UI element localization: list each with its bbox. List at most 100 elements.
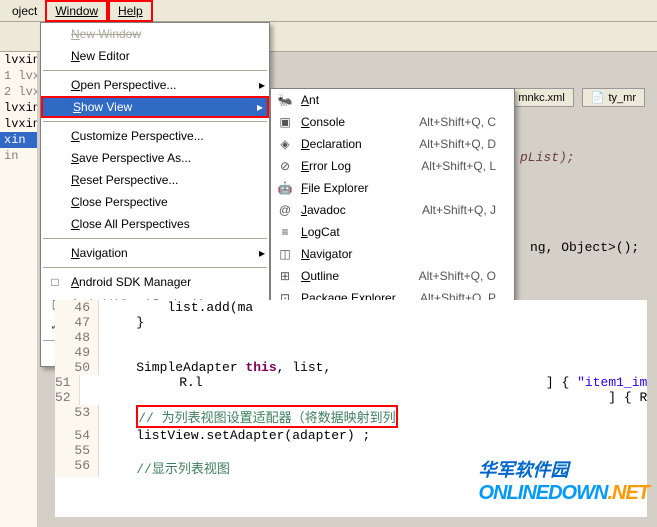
code-text: //显示列表视图 bbox=[99, 458, 230, 477]
code-text bbox=[99, 345, 105, 360]
menu-icon: ◈ bbox=[275, 137, 295, 151]
left-item[interactable]: 1 lvx bbox=[0, 68, 37, 84]
menu-item[interactable]: ≡LogCat bbox=[271, 221, 514, 243]
menu-item[interactable]: Close All Perspectives bbox=[41, 213, 269, 235]
chevron-right-icon: ▸ bbox=[259, 246, 265, 260]
code-line[interactable]: 54 listView.setAdapter(adapter) ; bbox=[55, 428, 647, 443]
editor-tab[interactable]: 📄ty_mr bbox=[582, 88, 645, 107]
left-item[interactable]: lvxin bbox=[0, 116, 37, 132]
menu-item[interactable]: Save Perspective As... bbox=[41, 147, 269, 169]
menu-item[interactable]: ▣ConsoleAlt+Shift+Q, C bbox=[271, 111, 514, 133]
menu-label: Close All Perspectives bbox=[65, 217, 251, 231]
code-line[interactable]: 52 ] { R.id.mnkc_i bbox=[55, 390, 647, 405]
file-icon: 📄 bbox=[591, 91, 605, 104]
menu-item[interactable]: ◫Navigator bbox=[271, 243, 514, 265]
shortcut: Alt+Shift+Q, C bbox=[399, 115, 496, 129]
menu-icon: 🤖 bbox=[275, 181, 295, 195]
left-item[interactable]: in bbox=[0, 148, 37, 164]
menu-icon: ⊞ bbox=[275, 269, 295, 283]
code-line[interactable]: 51 R.l ] { "item1_image bbox=[55, 375, 647, 390]
left-item[interactable]: lvxin bbox=[0, 52, 37, 68]
menu-icon: 🐜 bbox=[275, 93, 295, 107]
menu-item[interactable]: 🤖File Explorer bbox=[271, 177, 514, 199]
menu-label: Android SDK Manager bbox=[65, 275, 251, 289]
menu-item[interactable]: ⊞OutlineAlt+Shift+Q, O bbox=[271, 265, 514, 287]
menu-item[interactable]: ⊘Error LogAlt+Shift+Q, L bbox=[271, 155, 514, 177]
menu-label: Ant bbox=[295, 93, 496, 107]
menu-label: Outline bbox=[295, 269, 399, 283]
menu-label: LogCat bbox=[295, 225, 496, 239]
code-line[interactable]: 48 bbox=[55, 330, 647, 345]
code-text bbox=[99, 443, 105, 458]
chevron-right-icon: ▸ bbox=[257, 100, 263, 114]
menu-window[interactable]: Window bbox=[45, 0, 108, 22]
line-number: 56 bbox=[55, 458, 99, 477]
watermark-logo: 华军软件园 ONLINEDOWN.NET bbox=[479, 456, 649, 505]
code-text: listView.setAdapter(adapter) ; bbox=[99, 428, 370, 443]
menu-label: Customize Perspective... bbox=[65, 129, 251, 143]
chevron-right-icon: ▸ bbox=[259, 78, 265, 92]
menu-label: Open Perspective... bbox=[65, 78, 251, 92]
menu-project[interactable]: oject bbox=[4, 2, 45, 20]
menu-icon: ▣ bbox=[275, 115, 295, 129]
menu-label: Javadoc bbox=[295, 203, 402, 217]
menu-label: File Explorer bbox=[295, 181, 496, 195]
line-number: 50 bbox=[55, 360, 99, 375]
menu-label: Navigator bbox=[295, 247, 496, 261]
menu-label: Reset Perspective... bbox=[65, 173, 251, 187]
menu-label: Navigation bbox=[65, 246, 251, 260]
left-item-selected[interactable]: xin bbox=[0, 132, 37, 148]
menu-item[interactable]: @JavadocAlt+Shift+Q, J bbox=[271, 199, 514, 221]
menu-item[interactable]: New Window bbox=[41, 23, 269, 45]
code-text bbox=[99, 330, 105, 345]
code-text: SimpleAdapter this, list, bbox=[99, 360, 331, 375]
menu-item[interactable]: □Android SDK Manager bbox=[41, 271, 269, 293]
menu-label: Close Perspective bbox=[65, 195, 251, 209]
shortcut: Alt+Shift+Q, O bbox=[399, 269, 496, 283]
menu-label: Error Log bbox=[295, 159, 401, 173]
shortcut: Alt+Shift+Q, L bbox=[401, 159, 496, 173]
menu-icon: ≡ bbox=[275, 225, 295, 239]
code-text: list.add(ma bbox=[99, 300, 253, 315]
menu-item[interactable]: ◈DeclarationAlt+Shift+Q, D bbox=[271, 133, 514, 155]
menu-label: New Editor bbox=[65, 49, 251, 63]
line-number: 51 bbox=[55, 375, 80, 390]
line-number: 49 bbox=[55, 345, 99, 360]
left-item[interactable]: lvxin bbox=[0, 100, 37, 116]
code-fragment: ng, Object>(); bbox=[530, 240, 639, 255]
menu-icon: @ bbox=[275, 203, 295, 217]
menu-item[interactable]: Customize Perspective... bbox=[41, 125, 269, 147]
code-fragment: pList); bbox=[520, 150, 575, 165]
menu-help[interactable]: Help bbox=[108, 0, 153, 22]
menu-item[interactable]: New Editor bbox=[41, 45, 269, 67]
menu-item[interactable]: 🐜Ant bbox=[271, 89, 514, 111]
code-text: } bbox=[99, 315, 144, 330]
menu-item[interactable]: Navigation ▸ bbox=[41, 242, 269, 264]
code-line[interactable]: 47 } bbox=[55, 315, 647, 330]
menu-label: Console bbox=[295, 115, 399, 129]
code-line[interactable]: 50 SimpleAdapter this, list, bbox=[55, 360, 647, 375]
menu-icon: ⊘ bbox=[275, 159, 295, 173]
line-number: 47 bbox=[55, 315, 99, 330]
line-number: 52 bbox=[55, 390, 80, 405]
menu-item[interactable]: Show View▸ bbox=[41, 96, 269, 118]
code-text: // 为列表视图设置适配器（将数据映射到列 bbox=[99, 405, 398, 428]
line-number: 48 bbox=[55, 330, 99, 345]
menu-label: Save Perspective As... bbox=[65, 151, 251, 165]
menu-icon: □ bbox=[45, 275, 65, 289]
menu-item[interactable]: Reset Perspective... bbox=[41, 169, 269, 191]
menu-item[interactable]: Open Perspective... ▸ bbox=[41, 74, 269, 96]
menu-item[interactable]: Close Perspective bbox=[41, 191, 269, 213]
menu-label: New Window bbox=[65, 27, 251, 41]
line-number: 55 bbox=[55, 443, 99, 458]
left-item[interactable]: 2 lvx bbox=[0, 84, 37, 100]
shortcut: Alt+Shift+Q, J bbox=[402, 203, 496, 217]
code-line[interactable]: 53 // 为列表视图设置适配器（将数据映射到列 bbox=[55, 405, 647, 428]
menubar: oject Window Help bbox=[0, 0, 657, 22]
line-number: 53 bbox=[55, 405, 99, 428]
code-line[interactable]: 46 list.add(ma bbox=[55, 300, 647, 315]
line-number: 54 bbox=[55, 428, 99, 443]
shortcut: Alt+Shift+Q, D bbox=[399, 137, 496, 151]
menu-icon: ◫ bbox=[275, 247, 295, 261]
code-line[interactable]: 49 bbox=[55, 345, 647, 360]
